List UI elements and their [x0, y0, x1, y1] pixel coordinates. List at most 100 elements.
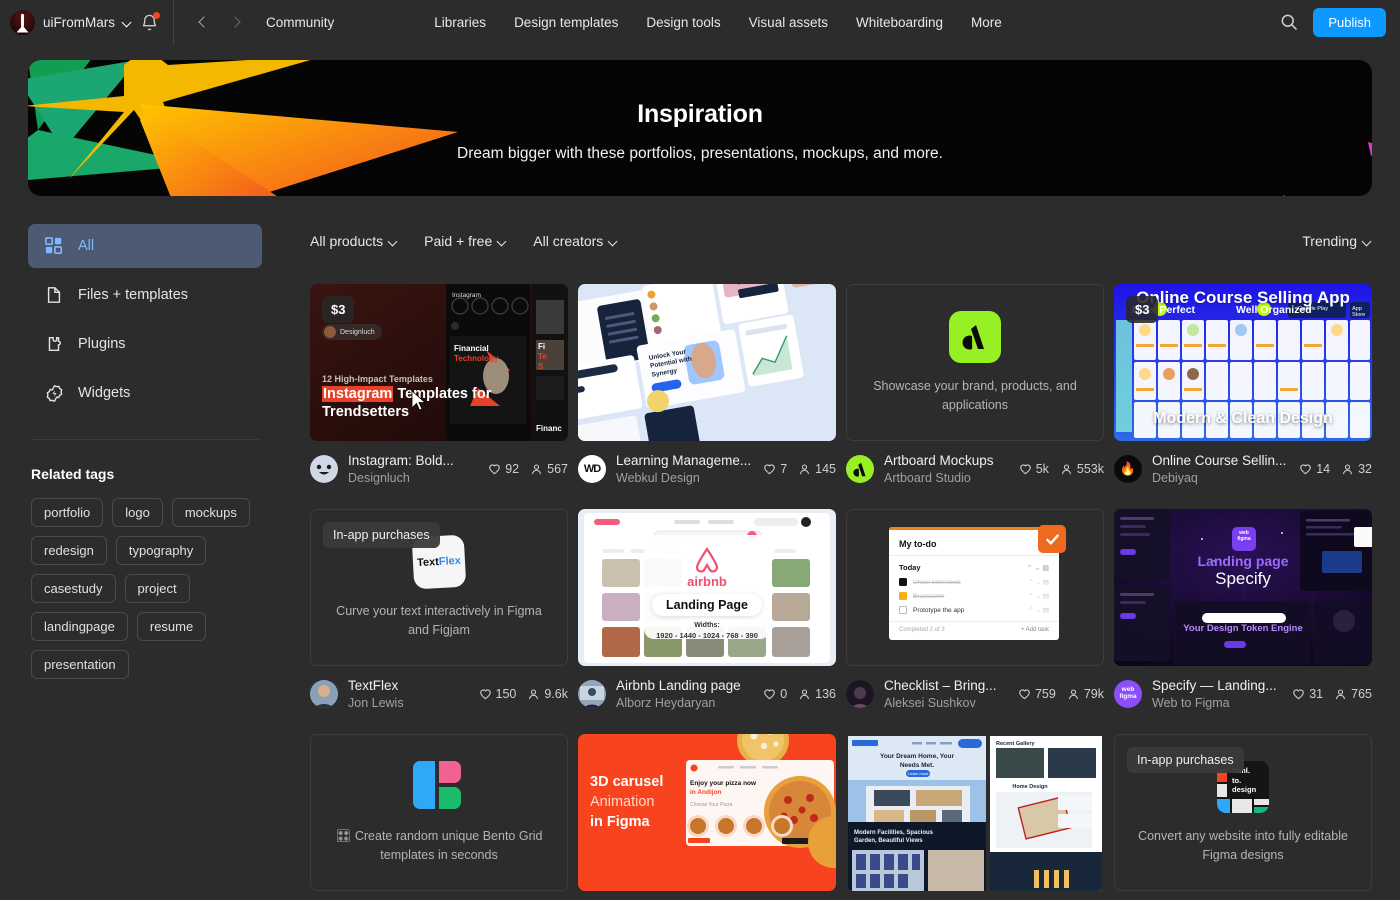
filter-creators[interactable]: All creators: [533, 233, 618, 249]
hero-subtitle: Dream bigger with these portfolios, pres…: [457, 145, 943, 162]
airbnb-brand: airbnb: [687, 574, 727, 589]
todo-title: My to-do: [899, 539, 937, 549]
nav-item-design-templates[interactable]: Design templates: [514, 15, 618, 30]
airbnb-overlay: airbnb Landing Page Widths: 1920 - 1440 …: [578, 547, 836, 640]
chevron-down-icon: [609, 237, 618, 246]
card-thumbnail[interactable]: Instagram Financial Technology Fi Te S F…: [310, 284, 568, 441]
sidebar-item-plugins[interactable]: Plugins: [28, 322, 262, 366]
tag-landingpage[interactable]: landingpage: [31, 612, 128, 641]
thumb-side-c: S: [538, 362, 544, 371]
tag-portfolio[interactable]: portfolio: [31, 498, 104, 527]
nav-item-whiteboarding[interactable]: Whiteboarding: [856, 15, 943, 30]
card-artboard-mockups[interactable]: Showcase your brand, products, and appli…: [846, 284, 1104, 485]
card-meta: web figma Specify — Landing... Web to Fi…: [1114, 678, 1372, 710]
card-thumbnail[interactable]: Online Course Selling App Pixel Perfect …: [1114, 284, 1372, 441]
thumb-headline-c: Trendsetters: [322, 403, 410, 420]
card-thumbnail[interactable]: My to-do Today ⌃ ⌄ ▤ Union interviews ⌃ …: [846, 509, 1104, 666]
nav-item-more[interactable]: More: [971, 15, 1002, 30]
todo-card: My to-do Today ⌃ ⌄ ▤ Union interviews ⌃ …: [889, 527, 1059, 640]
avatar: [310, 680, 338, 708]
card-thumbnail[interactable]: airbnb Landing Page Widths: 1920 - 1440 …: [578, 509, 836, 666]
card-author: Debiyaq: [1152, 471, 1198, 485]
card-bento-grid[interactable]: 🎛 Create random unique Bento Grid templa…: [310, 734, 568, 891]
card-html-to-design[interactable]: html. to. design Convert any website int…: [1114, 734, 1372, 891]
artboard-logo-icon: [949, 311, 1001, 364]
sidebar-item-all[interactable]: All: [28, 224, 262, 268]
card-thumbnail[interactable]: html. to. design Convert any website int…: [1114, 734, 1372, 891]
users-count: 9.6k: [544, 687, 568, 701]
nav-item-visual-assets[interactable]: Visual assets: [749, 15, 828, 30]
card-meta: 🔥 Online Course Sellin... Debiyaq 14 32: [1114, 453, 1372, 485]
card-thumbnail[interactable]: 3D carusel Animation in Figma Enjoy your…: [578, 734, 836, 891]
sort-dropdown[interactable]: Trending: [1302, 233, 1372, 249]
card-online-course-app[interactable]: Online Course Selling App Pixel Perfect …: [1114, 284, 1372, 485]
bell-icon[interactable]: [140, 11, 161, 32]
card-stats: 31 765: [1292, 687, 1372, 701]
card-author: Alborz Heydaryan: [616, 696, 716, 710]
sidebar-item-widgets[interactable]: Widgets: [28, 371, 262, 415]
tag-project[interactable]: project: [124, 574, 190, 603]
avatar: [846, 680, 874, 708]
todo-item-2: Brainstorm: [913, 592, 945, 600]
publisher-chip-label: Designluch: [340, 328, 375, 336]
tag-mockups[interactable]: mockups: [171, 498, 250, 527]
tag-logo[interactable]: logo: [112, 498, 163, 527]
airbnb-widths-title: Widths:: [694, 622, 720, 629]
publisher-chip: Designluch: [322, 324, 382, 340]
card-3d-carousel[interactable]: 3D carusel Animation in Figma Enjoy your…: [578, 734, 836, 891]
username-label: uiFromMars: [43, 14, 116, 30]
card-airbnb-landing[interactable]: airbnb Landing Page Widths: 1920 - 1440 …: [578, 509, 836, 710]
plugin-caption: Convert any website into fully editable …: [1138, 829, 1348, 862]
tag-presentation[interactable]: presentation: [31, 650, 129, 679]
filter-all-products[interactable]: All products: [310, 233, 398, 249]
tag-redesign[interactable]: redesign: [31, 536, 107, 565]
sidebar-item-files-templates[interactable]: Files + templates: [28, 273, 262, 317]
filter-price[interactable]: Paid + free: [424, 233, 507, 249]
forward-button[interactable]: [222, 9, 248, 35]
card-thumbnail[interactable]: web figma Landing page Specify Your Desi…: [1114, 509, 1372, 666]
thumb-headline-b: Templates for: [393, 386, 492, 402]
avatar: [310, 455, 338, 483]
file-icon: [44, 285, 64, 305]
sidebar-item-label-files: Files + templates: [78, 287, 189, 303]
card-thumbnail[interactable]: Text Flex Curve your text interactively i…: [310, 509, 568, 666]
nav-item-design-tools[interactable]: Design tools: [646, 15, 720, 30]
card-specify-landing[interactable]: web figma Landing page Specify Your Desi…: [1114, 509, 1372, 710]
card-thumbnail[interactable]: Your Dream Home, Your Needs Met. Learn m…: [846, 734, 1104, 891]
breadcrumb[interactable]: Community: [248, 15, 334, 30]
card-instagram-templates[interactable]: Instagram Financial Technology Fi Te S F…: [310, 284, 568, 485]
re-right-a: Recent Gallery: [996, 741, 1035, 747]
heart-icon: [1019, 463, 1031, 474]
user-menu[interactable]: uiFromMars: [0, 0, 175, 44]
card-thumbnail[interactable]: 🎛 Create random unique Bento Grid templa…: [310, 734, 568, 891]
chevron-left-icon: [199, 18, 207, 26]
tag-casestudy[interactable]: casestudy: [31, 574, 116, 603]
card-thumbnail[interactable]: Unlock Your Potential with Synergy: [578, 284, 836, 441]
card-title: Online Course Sellin...: [1152, 453, 1287, 468]
plugin-caption: 🎛 Create random unique Bento Grid templa…: [335, 829, 543, 862]
sidebar-divider: [31, 439, 259, 440]
nav-item-libraries[interactable]: Libraries: [434, 15, 486, 30]
card-learning-management[interactable]: Unlock Your Potential with Synergy WD Le…: [578, 284, 836, 485]
top-bar: uiFromMars Community Libraries Design te…: [0, 0, 1400, 44]
tag-typography[interactable]: typography: [115, 536, 207, 565]
card-stats: 0 136: [763, 687, 836, 701]
carousel-line-b: Animation: [590, 794, 655, 810]
filter-all-products-label: All products: [310, 233, 384, 249]
re-dark-b: Garden, Beautiful Views: [854, 838, 923, 845]
card-checklist[interactable]: My to-do Today ⌃ ⌄ ▤ Union interviews ⌃ …: [846, 509, 1104, 710]
likes-stat: 31: [1292, 687, 1323, 701]
person-icon: [800, 688, 810, 699]
card-real-estate[interactable]: Your Dream Home, Your Needs Met. Learn m…: [846, 734, 1104, 891]
back-button[interactable]: [190, 9, 216, 35]
airbnb-label: Landing Page: [652, 594, 762, 616]
publish-button[interactable]: Publish: [1313, 7, 1386, 37]
sidebar: All Files + templates Plugins Widgets Re…: [0, 208, 290, 900]
card-thumbnail[interactable]: Showcase your brand, products, and appli…: [846, 284, 1104, 441]
thumb-eyebrow: 12 High-Impact Templates: [322, 374, 433, 384]
search-icon[interactable]: [1279, 12, 1299, 32]
tag-resume[interactable]: resume: [136, 612, 207, 641]
card-author: Artboard Studio: [884, 471, 971, 485]
card-textflex[interactable]: Text Flex Curve your text interactively i…: [310, 509, 568, 710]
bento-grid-icon: [413, 761, 465, 813]
